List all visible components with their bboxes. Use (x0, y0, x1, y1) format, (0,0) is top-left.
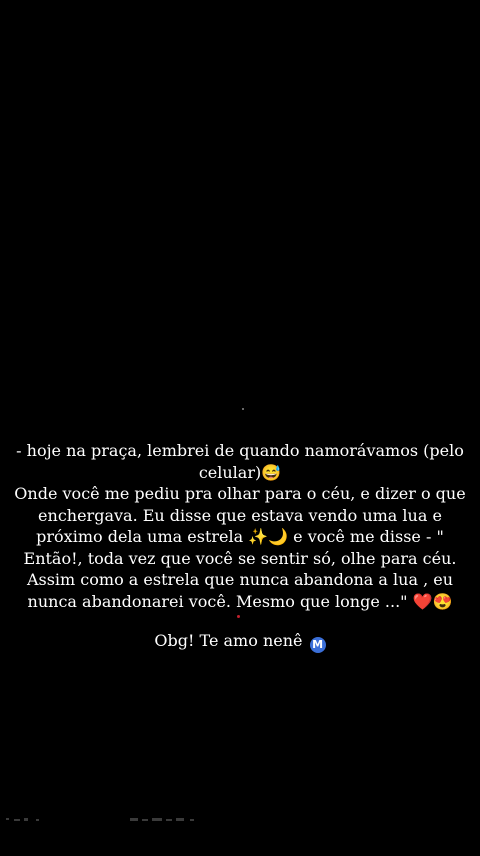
caption-line: próximo dela uma estrela ✨🌙 e você me di… (36, 527, 444, 546)
photo-background: - hoje na praça, lembrei de quando namor… (0, 0, 480, 856)
caption-line: enchergava. Eu disse que estava vendo um… (38, 505, 442, 525)
star-speck (242, 408, 244, 410)
caption-line: - hoje na praça, lembrei de quando namor… (16, 441, 464, 460)
caption-line: nunca abandonarei você. Mesmo que longe … (27, 591, 453, 611)
caption-line: celular)😅 (198, 462, 282, 482)
signoff-text: Obg! Te amo nenê (154, 631, 303, 650)
caption-line: Assim como a estrela que nunca abandona … (26, 570, 454, 589)
m-badge-icon: M (309, 637, 326, 653)
signoff-line: Obg! Te amo nenê M (8, 630, 472, 653)
red-speck (237, 615, 240, 618)
bottom-noise-artifact (6, 818, 194, 821)
caption-line: Então!, toda vez que você se sentir só, … (23, 548, 457, 568)
caption-text-block: - hoje na praça, lembrei de quando namor… (8, 440, 472, 653)
caption-line: Onde você me pediu pra olhar para o céu,… (14, 484, 466, 503)
